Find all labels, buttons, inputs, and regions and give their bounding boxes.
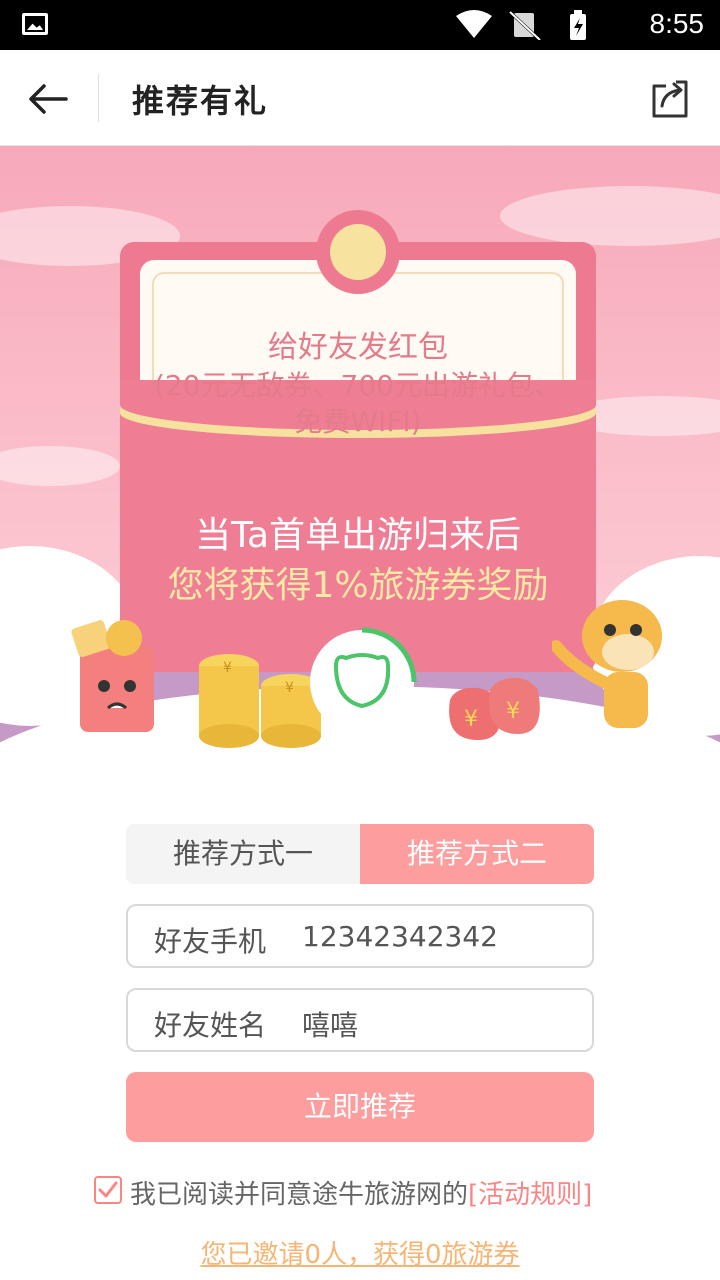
- angry-envelope-icon: [71, 620, 154, 732]
- agreement-row: 我已阅读并同意途牛旅游网的[活动规则]: [94, 1176, 654, 1210]
- status-icons: [456, 10, 586, 40]
- svg-text:¥: ¥: [464, 707, 478, 732]
- share-button[interactable]: [646, 74, 696, 124]
- svg-text:¥: ¥: [223, 660, 232, 676]
- header-divider: [98, 74, 99, 122]
- friend-phone-input[interactable]: 12342342342: [302, 920, 498, 953]
- banner-line-3: 免费WIFI): [294, 405, 422, 438]
- cow-head-icon: [330, 224, 386, 280]
- app-header: 推荐有礼: [0, 50, 720, 146]
- invite-summary-link[interactable]: 您已邀请0人，获得0旅游券: [0, 1234, 720, 1271]
- wifi-icon: [456, 10, 492, 38]
- recommend-now-button[interactable]: 立即推荐: [126, 1072, 594, 1142]
- banner-line-2: (20元无敌券、700元出游礼包、: [154, 369, 562, 402]
- svg-text:¥: ¥: [506, 699, 520, 724]
- agreement-text: 我已阅读并同意途牛旅游网的[活动规则]: [130, 1174, 592, 1211]
- money-bag-icon: ¥ ¥: [449, 677, 540, 740]
- banner-line-4: 当Ta首单出游归来后: [194, 515, 522, 556]
- agreement-statement: 我已阅读并同意途牛旅游网的: [130, 1180, 469, 1210]
- friend-name-field[interactable]: 好友姓名 嘻嘻: [126, 988, 594, 1052]
- friend-name-input[interactable]: 嘻嘻: [302, 1004, 358, 1044]
- tab-method-two[interactable]: 推荐方式二: [360, 824, 594, 884]
- clock: 8:55: [649, 8, 705, 39]
- checkmark-icon: [98, 1181, 118, 1198]
- activity-rules-link[interactable]: [活动规则]: [468, 1180, 592, 1210]
- bg-cloud: [500, 186, 720, 246]
- image-notification-icon: [22, 13, 48, 35]
- tab-method-one[interactable]: 推荐方式一: [126, 824, 360, 884]
- share-icon: [652, 80, 688, 118]
- promo-banner: 给好友发红包 (20元无敌券、700元出游礼包、 免费WIFI) 当Ta首单出游…: [0, 146, 720, 786]
- friend-phone-label: 好友手机: [154, 925, 267, 958]
- svg-text:¥: ¥: [285, 680, 294, 696]
- status-bar: 8:55: [0, 0, 720, 50]
- banner-line-1: 给好友发红包: [268, 330, 448, 365]
- arrow-left-icon: [29, 84, 68, 114]
- banner-line-5: 您将获得1%旅游券奖励: [167, 565, 549, 606]
- bg-cloud: [0, 446, 120, 486]
- agree-checkbox[interactable]: [94, 1176, 122, 1204]
- cow-badge: [316, 210, 400, 294]
- recommend-method-tabs: 推荐方式一 推荐方式二: [126, 824, 594, 884]
- back-button[interactable]: [22, 72, 76, 126]
- page-title: 推荐有礼: [132, 82, 269, 120]
- friend-phone-field[interactable]: 好友手机 12342342342: [126, 904, 594, 968]
- cow-mascot-icon: [552, 600, 662, 728]
- cow-logo-icon: [310, 627, 417, 734]
- friend-name-label: 好友姓名: [154, 1009, 267, 1042]
